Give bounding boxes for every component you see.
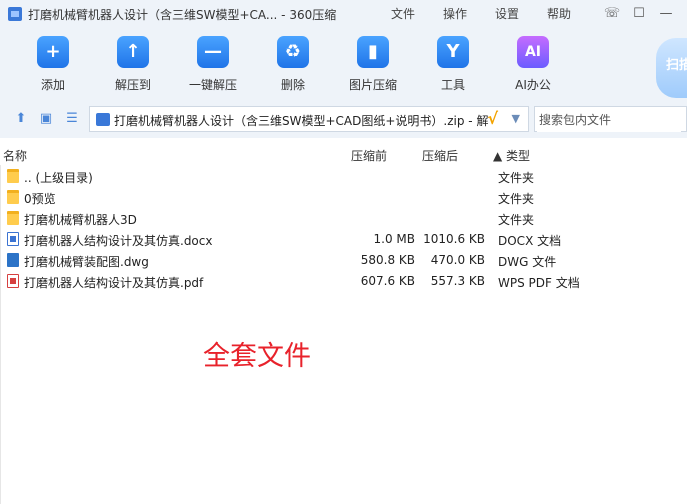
- column-type[interactable]: ▲ 类型: [493, 147, 530, 164]
- list-item[interactable]: 打磨机器人结构设计及其仿真.pdf 607.6 KB 557.3 KB WPS …: [0, 271, 687, 292]
- file-type: 文件夹: [498, 192, 535, 206]
- delete-button[interactable]: ♻ 删除: [261, 36, 325, 93]
- original-size: 557.3 KB: [430, 274, 485, 288]
- column-original[interactable]: 压缩后: [422, 147, 458, 164]
- one-click-extract-icon: —: [197, 36, 229, 68]
- add-button[interactable]: + 添加: [21, 36, 85, 93]
- menu-file[interactable]: 文件: [391, 5, 415, 22]
- docx-file-icon: [7, 232, 19, 246]
- file-name: 0预览: [24, 192, 56, 206]
- add-icon: +: [37, 36, 69, 68]
- extract-to-icon: ↑: [117, 36, 149, 68]
- compressed-size: 1.0 MB: [373, 232, 415, 246]
- minimize-button[interactable]: —: [656, 4, 676, 24]
- search-input[interactable]: [537, 108, 681, 132]
- overlay-label: 全套文件: [203, 341, 311, 372]
- list-item[interactable]: 0预览 文件夹: [0, 187, 687, 208]
- delete-icon: ♻: [277, 36, 309, 68]
- file-type: WPS PDF 文档: [498, 276, 580, 290]
- list-item[interactable]: 打磨机械臂机器人3D 文件夹: [0, 208, 687, 229]
- original-size: 1010.6 KB: [423, 232, 485, 246]
- app-logo-icon: [8, 7, 22, 21]
- file-name: .. (上级目录): [24, 171, 93, 185]
- delete-label: 删除: [280, 78, 305, 92]
- list-item[interactable]: .. (上级目录) 文件夹: [0, 166, 687, 187]
- up-arrow-icon[interactable]: ⬆: [12, 110, 30, 128]
- pdf-file-icon: [7, 274, 19, 288]
- list-view-icon[interactable]: ☰: [63, 110, 81, 128]
- ai-office-icon: AI: [517, 36, 549, 68]
- column-compressed[interactable]: 压缩前: [351, 147, 387, 164]
- file-name: 打磨机器人结构设计及其仿真.pdf: [24, 276, 204, 290]
- menu-settings[interactable]: 设置: [495, 5, 519, 22]
- search-box[interactable]: [534, 106, 687, 132]
- file-name: 打磨机器人结构设计及其仿真.docx: [24, 234, 213, 248]
- ai-office-button[interactable]: AI AI办公: [501, 36, 565, 93]
- path-text: 打磨机械臂机器人设计（含三维SW模型+CAD图纸+说明书）.zip - 解: [114, 114, 489, 128]
- extract-to-button[interactable]: ↑ 解压到: [101, 36, 165, 93]
- menu-help[interactable]: 帮助: [547, 5, 571, 22]
- skin-icon[interactable]: ☏: [602, 4, 622, 24]
- tools-icon: Y: [437, 36, 469, 68]
- window-title: 打磨机械臂机器人设计（含三维SW模型+CA... - 360压缩: [28, 8, 337, 22]
- list-item[interactable]: 打磨机械臂装配图.dwg 580.8 KB 470.0 KB DWG 文件: [0, 250, 687, 271]
- file-type: DWG 文件: [498, 255, 557, 269]
- list-item[interactable]: 打磨机器人结构设计及其仿真.docx 1.0 MB 1010.6 KB DOCX…: [0, 229, 687, 250]
- image-compress-icon: ▮: [357, 36, 389, 68]
- ai-office-label: AI办公: [515, 78, 551, 92]
- file-type: DOCX 文档: [498, 234, 562, 248]
- verified-icon: √: [487, 109, 498, 128]
- add-label: 添加: [40, 78, 65, 92]
- address-bar: ⬆ ▣ ☰ 打磨机械臂机器人设计（含三维SW模型+CAD图纸+说明书）.zip …: [0, 100, 687, 138]
- file-type: 文件夹: [498, 171, 535, 185]
- extract-to-label: 解压到: [114, 78, 151, 92]
- file-type: 文件夹: [498, 213, 535, 227]
- folder-icon: [7, 190, 19, 204]
- tools-button[interactable]: Y 工具: [421, 36, 485, 93]
- one-click-extract-label: 一键解压: [188, 78, 237, 92]
- file-name: 打磨机械臂机器人3D: [24, 213, 137, 227]
- file-list-header: 名称 压缩前 压缩后 ▲ 类型: [0, 143, 687, 165]
- toolbar: + 添加 ↑ 解压到 — 一键解压 ♻ 删除 ▮ 图片压缩 Y 工具 AI AI…: [0, 28, 687, 100]
- folder-icon: [7, 211, 19, 225]
- compressed-size: 607.6 KB: [360, 274, 415, 288]
- thumbnail-view-icon[interactable]: ▣: [37, 110, 55, 128]
- title-bar: 打磨机械臂机器人设计（含三维SW模型+CA... - 360压缩 文件 操作 设…: [0, 0, 687, 28]
- one-click-extract-button[interactable]: — 一键解压: [181, 36, 245, 93]
- maximize-button[interactable]: ☐: [629, 4, 649, 24]
- chevron-down-icon[interactable]: ▼: [512, 112, 520, 125]
- archive-icon: [96, 113, 110, 126]
- scan-button[interactable]: 扫描: [656, 38, 687, 98]
- image-compress-button[interactable]: ▮ 图片压缩: [341, 36, 405, 93]
- column-name[interactable]: 名称: [3, 147, 27, 164]
- file-name: 打磨机械臂装配图.dwg: [24, 255, 149, 269]
- compressed-size: 580.8 KB: [360, 253, 415, 267]
- file-list: .. (上级目录) 文件夹 0预览 文件夹 打磨机械臂机器人3D 文件夹 打磨机…: [0, 166, 687, 292]
- path-field[interactable]: 打磨机械臂机器人设计（含三维SW模型+CAD图纸+说明书）.zip - 解 √ …: [89, 106, 529, 132]
- dwg-file-icon: [7, 253, 19, 267]
- menu-operation[interactable]: 操作: [443, 5, 467, 22]
- folder-icon: [7, 169, 19, 183]
- image-compress-label: 图片压缩: [348, 78, 397, 92]
- tools-label: 工具: [440, 78, 465, 92]
- original-size: 470.0 KB: [430, 253, 485, 267]
